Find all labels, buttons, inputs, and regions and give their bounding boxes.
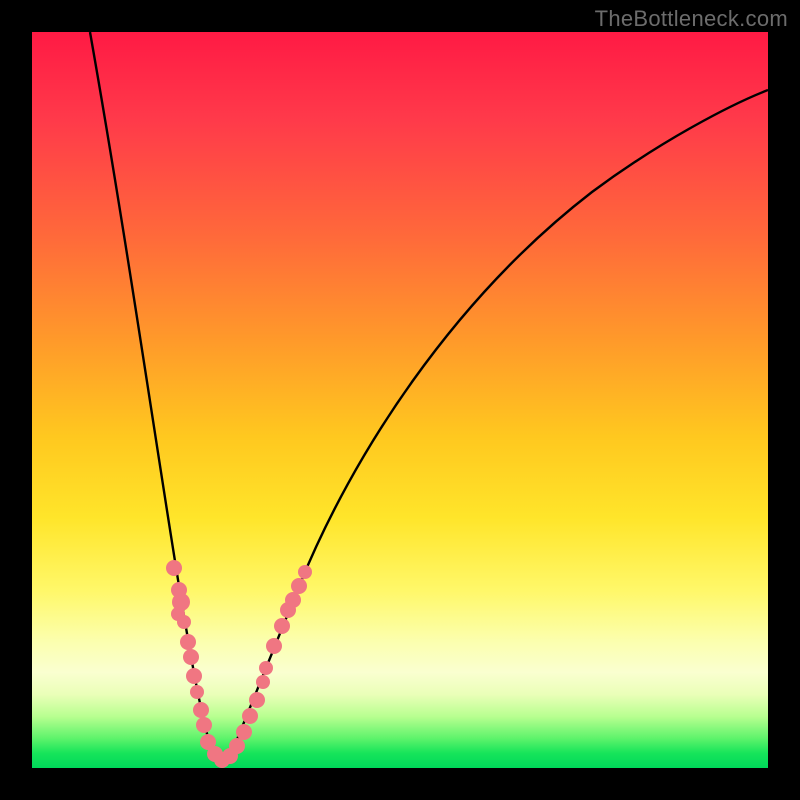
chart-svg [32,32,768,768]
marker-dot [186,668,202,684]
marker-dot [285,592,301,608]
marker-dot [193,702,209,718]
markers-group [166,560,312,768]
chart-frame: TheBottleneck.com [0,0,800,800]
watermark-text: TheBottleneck.com [595,6,788,32]
marker-dot [190,685,204,699]
marker-dot [236,724,252,740]
marker-dot [274,618,290,634]
plot-area [32,32,768,768]
marker-dot [229,738,245,754]
marker-dot [249,692,265,708]
marker-dot [291,578,307,594]
marker-dot [242,708,258,724]
marker-dot [256,675,270,689]
marker-dot [177,615,191,629]
marker-dot [196,717,212,733]
marker-dot [266,638,282,654]
marker-dot [298,565,312,579]
marker-dot [183,649,199,665]
marker-dot [180,634,196,650]
marker-dot [166,560,182,576]
marker-dot [259,661,273,675]
